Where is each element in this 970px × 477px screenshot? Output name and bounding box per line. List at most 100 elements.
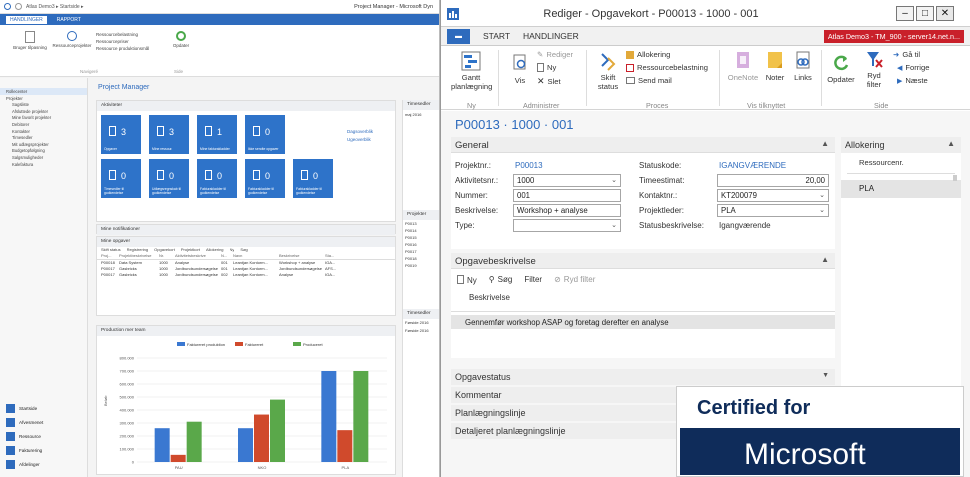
- nav-item[interactable]: Mit udlægsprojekter: [0, 141, 87, 148]
- tab-handlinger[interactable]: HANDLINGER: [523, 31, 579, 41]
- vis-button[interactable]: Vis: [509, 54, 531, 85]
- forward-icon[interactable]: [15, 3, 22, 10]
- slet-button[interactable]: ✕ Slet: [537, 76, 561, 87]
- nav-rollecenter[interactable]: Rollecenter: [0, 88, 87, 95]
- general-left-field-input[interactable]: ⌄: [513, 219, 621, 232]
- project-code-item[interactable]: P0015: [405, 234, 439, 241]
- dropdown-chevron-icon[interactable]: ⌄: [819, 206, 825, 214]
- sub-sog-button[interactable]: ⚲ Søg: [489, 275, 513, 285]
- tab-rapport[interactable]: RAPPORT: [57, 17, 81, 23]
- bruger-tilpasning-button[interactable]: Bruger tilpasning: [10, 31, 50, 50]
- project-code-item[interactable]: P0019: [405, 262, 439, 269]
- nav-afvesmenet[interactable]: Afvesmenet: [6, 418, 43, 427]
- allokering-button[interactable]: Allokering: [626, 50, 670, 59]
- activity-tile[interactable]: 0 Udlægsregnskab til godkendelse: [149, 159, 189, 198]
- sub-ny-button[interactable]: Ny: [457, 275, 477, 285]
- general-header[interactable]: General ▲: [451, 137, 835, 153]
- general-right-field-input[interactable]: PLA ⌄: [717, 204, 829, 217]
- ressource-produktionsmaal-link[interactable]: Ressource produktionsmål: [96, 45, 149, 52]
- nav-startside[interactable]: Startside: [6, 404, 37, 413]
- statuskode-link[interactable]: IGANGVÆRENDE: [719, 161, 786, 170]
- project-code-item[interactable]: P0016: [405, 241, 439, 248]
- nav-fakturering[interactable]: Fakturering: [6, 446, 42, 455]
- description-row[interactable]: Gennemfør workshop ASAP og foretag deref…: [451, 315, 835, 329]
- nav-item[interactable]: Afsluttede projekter: [0, 108, 87, 115]
- app-menu-button[interactable]: ▬: [447, 29, 470, 44]
- close-button[interactable]: ✕: [936, 6, 954, 21]
- ressourcepriser-link[interactable]: Ressourcepriser: [96, 38, 149, 45]
- nav-item[interactable]: Sagsliste: [0, 101, 87, 108]
- timesedler-row[interactable]: Førside 2016: [405, 319, 439, 327]
- naeste-button[interactable]: ▶ Næste: [897, 76, 928, 85]
- nav-item[interactable]: Mine favorit projekter: [0, 114, 87, 121]
- table-row[interactable]: P00017 Gasbricks 1000 Jordbundsundersøgelse…: [97, 272, 395, 278]
- project-code-item[interactable]: P0013: [405, 220, 439, 227]
- nav-item[interactable]: Budgetopfølgning: [0, 147, 87, 154]
- ressourcebelastning-button[interactable]: Ressourcebelastning: [626, 63, 708, 72]
- activity-tile[interactable]: 3 Opgaver: [101, 115, 141, 154]
- projektnr-link[interactable]: P00013: [515, 161, 543, 170]
- minimize-button[interactable]: –: [896, 6, 914, 21]
- project-code-item[interactable]: P0017: [405, 248, 439, 255]
- opgavestatus-fasttab[interactable]: Opgavestatus ▼: [451, 369, 835, 385]
- activity-tile[interactable]: 0 Fakturakladder til godkendelse: [293, 159, 333, 198]
- ugeoverblik-link[interactable]: Ugeoverblik: [347, 137, 371, 142]
- project-code-item[interactable]: P0014: [405, 227, 439, 234]
- chevron-down-icon[interactable]: ▼: [822, 372, 829, 379]
- background-opdater-button[interactable]: Opdater: [170, 31, 192, 48]
- links-button[interactable]: Links: [791, 50, 815, 82]
- ny-button[interactable]: Ny: [537, 63, 556, 72]
- forrige-button[interactable]: ◀ Forrige: [897, 63, 929, 72]
- nav-item[interactable]: Salgsmuligheder: [0, 154, 87, 161]
- ressourceprojekter-button[interactable]: Ressourceprojekter: [52, 31, 92, 48]
- opgavebeskrivelse-header[interactable]: Opgavebeskrivelse ▲: [451, 253, 835, 269]
- gantt-planning-button[interactable]: Gantt planlægning: [451, 50, 492, 91]
- dropdown-chevron-icon[interactable]: ⌄: [819, 191, 825, 199]
- noter-button[interactable]: Noter: [763, 50, 787, 82]
- general-left-field-input[interactable]: Workshop + analyse: [513, 204, 621, 217]
- nav-item[interactable]: Debitorer: [0, 121, 87, 128]
- activity-tile[interactable]: 0 Fakturakladder til godkendelse: [197, 159, 237, 198]
- general-left-field-input[interactable]: 1000 ⌄: [513, 174, 621, 187]
- onenote-button[interactable]: OneNote: [725, 50, 761, 82]
- dropdown-chevron-icon[interactable]: ⌄: [611, 221, 617, 229]
- address-bar[interactable]: Atlas Demo3 ▸ Startside ▸: [26, 4, 84, 10]
- dropdown-chevron-icon[interactable]: ⌄: [611, 176, 617, 184]
- sub-filter-button[interactable]: Filter: [524, 275, 542, 285]
- project-code-item[interactable]: P0018: [405, 255, 439, 262]
- activity-tile[interactable]: 0 Fakturakladder til godkendelse: [245, 159, 285, 198]
- sub-ryd-filter-button[interactable]: ⊘ Ryd filter: [554, 275, 595, 285]
- back-icon[interactable]: [4, 3, 11, 10]
- nav-item[interactable]: Kontakter: [0, 128, 87, 135]
- opdater-button[interactable]: Opdater: [825, 54, 857, 84]
- chevron-up-icon[interactable]: ▲: [821, 139, 829, 148]
- factbox-scrollbar[interactable]: [953, 175, 957, 181]
- chevron-up-icon[interactable]: ▲: [947, 139, 955, 148]
- general-right-field-input[interactable]: 20,00: [717, 174, 829, 187]
- chevron-up-icon[interactable]: ▲: [821, 255, 829, 264]
- ryd-filter-button[interactable]: Ryd filter: [861, 50, 887, 89]
- general-left-field-input[interactable]: 001: [513, 189, 621, 202]
- rediger-button[interactable]: ✎ Rediger: [537, 50, 573, 59]
- activity-tile[interactable]: 0 Timesedler til godkendelse: [101, 159, 141, 198]
- send-mail-button[interactable]: Send mail: [626, 76, 672, 85]
- nav-afdelinger[interactable]: Afdelinger: [6, 460, 40, 469]
- general-right-field-input[interactable]: KT200079 ⌄: [717, 189, 829, 202]
- ressourcebelastning-link[interactable]: Ressourcebelastning: [96, 31, 149, 38]
- skift-status-button[interactable]: Skift status: [593, 52, 623, 91]
- ga-til-button[interactable]: ➜ Gå til: [893, 50, 920, 59]
- activity-tile[interactable]: 3 Mine ressour.: [149, 115, 189, 154]
- tab-start[interactable]: START: [483, 31, 510, 41]
- factbox-header[interactable]: Allokering ▲: [841, 137, 961, 153]
- dagsoverblik-link[interactable]: Dagsoverblik: [347, 129, 373, 134]
- activity-tile[interactable]: 0 Ikke sendte opgaver: [245, 115, 285, 154]
- nav-item[interactable]: Timesedler: [0, 134, 87, 141]
- maximize-button[interactable]: □: [916, 6, 934, 21]
- nav-item[interactable]: Projekter: [0, 95, 87, 102]
- timesedler-row[interactable]: Førside 2016: [405, 327, 439, 335]
- tab-handlinger[interactable]: HANDLINGER: [6, 15, 47, 24]
- nav-item[interactable]: Kalefaktura: [0, 161, 87, 168]
- nav-ressource[interactable]: Ressource: [6, 432, 41, 441]
- factbox-row[interactable]: PLA: [841, 180, 961, 198]
- activity-tile[interactable]: 1 Mine fakturakladder: [197, 115, 237, 154]
